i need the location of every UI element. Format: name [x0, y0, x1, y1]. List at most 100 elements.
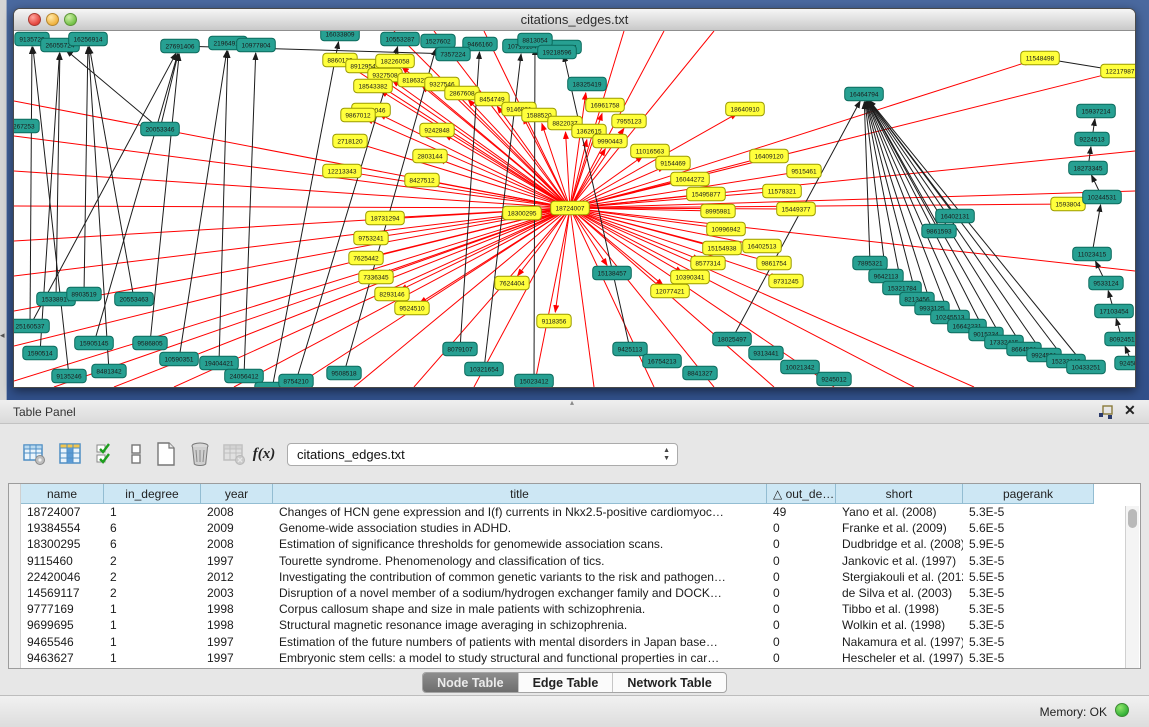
cell-in_degree: 1 [104, 634, 201, 650]
edge[interactable] [244, 53, 256, 376]
edge[interactable] [89, 47, 109, 371]
tab-node-table[interactable]: Node Table [423, 673, 518, 692]
close-panel-icon[interactable]: ✕ [1124, 402, 1136, 419]
edge[interactable] [150, 54, 179, 343]
graph-node-label: 12213343 [328, 168, 357, 175]
table-row[interactable]: 1456911722003Disruption of a novel membe… [21, 585, 1094, 601]
edge[interactable] [66, 50, 160, 129]
edge[interactable] [14, 208, 570, 241]
graph-node-label: 11023415 [1078, 251, 1107, 258]
cell-year: 1998 [201, 617, 273, 633]
column-header-title[interactable]: title [273, 484, 767, 504]
cell-name: 19384554 [21, 520, 104, 536]
tab-network-table[interactable]: Network Table [613, 673, 726, 692]
graph-node-label: 15154938 [708, 245, 737, 252]
table-row[interactable]: 977716911998Corpus callosum shape and si… [21, 601, 1094, 617]
edge[interactable] [534, 208, 570, 387]
edge[interactable] [570, 149, 605, 208]
splitter-handle-icon[interactable]: ▴ [570, 398, 574, 407]
table-row[interactable]: 1872400712008Changes of HCN gene express… [21, 504, 1094, 520]
table-row[interactable]: 911546021997Tourette syndrome. Phenomeno… [21, 553, 1094, 569]
graph-node-label: 16754213 [648, 358, 677, 365]
table-selector-dropdown[interactable]: citations_edges.txt ▲▼ [287, 443, 678, 466]
delete-table-icon[interactable] [220, 440, 248, 468]
edge[interactable] [1092, 205, 1101, 254]
new-table-icon[interactable] [152, 440, 180, 468]
graph-node-label: 8481342 [96, 368, 122, 375]
edge[interactable] [14, 206, 570, 208]
graph-node-label: 8903519 [71, 291, 97, 298]
graph-node-label: 11548498 [1026, 55, 1055, 62]
status-bar: Memory: OK [0, 695, 1149, 727]
edge[interactable] [272, 42, 338, 387]
edge[interactable] [84, 47, 88, 294]
table-row[interactable]: 946362711997Embryonic stem cells: a mode… [21, 650, 1094, 666]
edge[interactable] [179, 51, 227, 359]
graph-node-label: 9515461 [791, 168, 817, 175]
function-builder-icon[interactable]: f(x) [250, 440, 278, 468]
graph-node-label: 18724007 [556, 205, 585, 212]
tab-edge-table[interactable]: Edge Table [519, 673, 614, 692]
cell-out_de: 0 [767, 601, 836, 617]
table-row[interactable]: 1830029562008Estimation of significance … [21, 536, 1094, 552]
network-window[interactable]: citations_edges.txt 18724007886012389129… [13, 8, 1136, 388]
cell-out_de: 0 [767, 569, 836, 585]
cell-out_de: 0 [767, 585, 836, 601]
table-row[interactable]: 946554611997Estimation of the future num… [21, 634, 1094, 650]
table-row[interactable]: 969969511998Structural magnetic resonanc… [21, 617, 1094, 633]
swap-rows-icon[interactable] [122, 440, 150, 468]
left-panel-edge[interactable]: ◂ [0, 0, 7, 400]
vertical-scrollbar[interactable] [1125, 506, 1139, 668]
panel-collapse-icon[interactable]: ◂ [0, 331, 5, 340]
column-header-name[interactable]: name [21, 484, 104, 504]
table-settings-icon[interactable] [20, 440, 48, 468]
graph-node-label: 8731245 [773, 278, 799, 285]
graph-node-label: 24056412 [230, 373, 259, 380]
table-row[interactable]: 1938455462009Genome-wide association stu… [21, 520, 1094, 536]
graph-node-label: 9245012 [821, 376, 847, 383]
edge[interactable] [14, 136, 570, 208]
row-header-gutter [9, 484, 21, 668]
float-panel-icon[interactable] [1098, 404, 1114, 420]
graph-node-label: 25160537 [16, 323, 45, 330]
citation-graph[interactable]: 1872400788601238912954182260589327508818… [14, 31, 1135, 387]
edge[interactable] [570, 208, 594, 387]
column-header-year[interactable]: year [201, 484, 273, 504]
cell-title: Embryonic stem cells: a model to study s… [273, 650, 767, 666]
graph-node-label: 8754210 [283, 378, 309, 385]
column-header-in_degree[interactable]: in_degree [104, 484, 201, 504]
column-header-pagerank[interactable]: pagerank [963, 484, 1094, 504]
graph-node-label: 9861593 [926, 228, 952, 235]
select-column-icon[interactable] [56, 440, 84, 468]
table-row[interactable]: 2242004622012Investigating the contribut… [21, 569, 1094, 585]
network-canvas[interactable]: 1872400788601238912954182260589327508818… [14, 31, 1135, 387]
graph-node-label: 9118356 [542, 318, 567, 325]
cell-year: 2008 [201, 536, 273, 552]
edge[interactable] [351, 172, 570, 208]
graph-node-label: 27691406 [166, 43, 195, 50]
column-header-out_de[interactable]: △ out_de… [767, 484, 836, 504]
edge[interactable] [294, 208, 570, 387]
network-window-titlebar[interactable]: citations_edges.txt [14, 9, 1135, 31]
graph-node-label: 15138457 [598, 270, 627, 277]
cell-short: Stergiakouli et al. (2012) [836, 569, 963, 585]
scrollbar-thumb[interactable] [1128, 509, 1137, 528]
select-rows-check-icon[interactable] [92, 440, 120, 468]
edge[interactable] [864, 102, 870, 263]
table-body: 1872400712008Changes of HCN gene express… [21, 504, 1094, 666]
cell-short: Nakamura et al. (1997) [836, 634, 963, 650]
column-header-short[interactable]: short [836, 484, 963, 504]
edge[interactable] [14, 208, 570, 276]
edge[interactable] [30, 47, 32, 326]
graph-node-label: 16256914 [74, 36, 103, 43]
edge[interactable] [474, 208, 570, 387]
edge[interactable] [570, 208, 714, 387]
edge[interactable] [732, 101, 860, 339]
cell-pagerank: 5.3E-5 [963, 504, 1094, 520]
memory-ok-icon [1115, 703, 1129, 717]
table-panel-title: Table Panel [13, 405, 76, 419]
graph-node-label: 8092451 [1109, 336, 1135, 343]
cell-in_degree: 6 [104, 536, 201, 552]
delete-rows-trash-icon[interactable] [186, 440, 214, 468]
edge[interactable] [570, 73, 1111, 208]
